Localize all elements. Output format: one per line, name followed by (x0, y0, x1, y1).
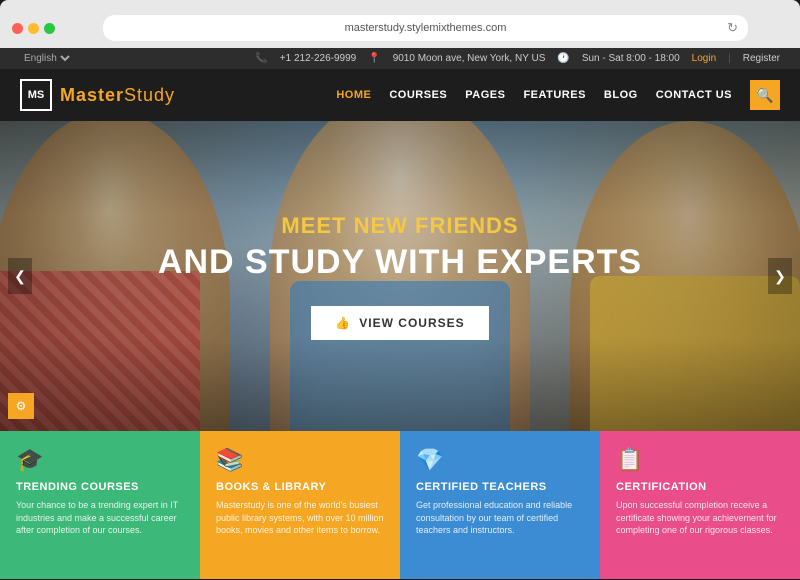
feature-certification: 📋 CERTIFICATION Upon successful completi… (600, 431, 800, 579)
gear-icon: ⚙ (16, 399, 27, 413)
certification-title: CERTIFICATION (616, 481, 784, 493)
library-icon: 📚 (216, 447, 384, 473)
brand-name: MasterStudy (60, 85, 175, 106)
logo-box: MS (20, 79, 52, 111)
website: English 📞 +1 212-226-9999 📍 9010 Moon av… (0, 48, 800, 580)
library-desc: Masterstudy is one of the world's busies… (216, 499, 384, 537)
nav-courses[interactable]: COURSES (389, 89, 447, 101)
hero-title: AND STUDY WITH EXPERTS (158, 243, 642, 282)
nav-home[interactable]: HOME (336, 89, 371, 101)
hours-text: Sun - Sat 8:00 - 18:00 (582, 53, 680, 64)
utility-left: English (20, 52, 73, 65)
language-select[interactable]: English (20, 52, 73, 65)
certification-icon: 📋 (616, 447, 784, 473)
feature-teachers: 💎 CERTIFIED TEACHERS Get professional ed… (400, 431, 600, 579)
nav-features[interactable]: FEATURES (523, 89, 585, 101)
hero-subtitle: MEET NEW FRIENDS (281, 213, 518, 239)
feature-library: 📚 BOOKS & LIBRARY Masterstudy is one of … (200, 431, 400, 579)
url-text: masterstudy.stylemixthemes.com (345, 22, 507, 34)
hero-prev-button[interactable]: ❮ (8, 258, 32, 294)
cta-icon: 👍 (335, 316, 351, 330)
main-nav: HOME COURSES PAGES FEATURES BLOG CONTACT… (336, 80, 780, 110)
teachers-icon: 💎 (416, 447, 584, 473)
gear-button[interactable]: ⚙ (8, 393, 34, 419)
next-icon: ❯ (774, 268, 786, 285)
phone-number: +1 212-226-9999 (280, 53, 356, 64)
brand-part1: Master (60, 85, 124, 105)
utility-bar: English 📞 +1 212-226-9999 📍 9010 Moon av… (0, 48, 800, 69)
prev-icon: ❮ (14, 268, 26, 285)
separator: | (728, 53, 731, 64)
teachers-desc: Get professional education and reliable … (416, 499, 584, 537)
nav-pages[interactable]: PAGES (465, 89, 505, 101)
address-bar[interactable]: masterstudy.stylemixthemes.com ↻ (103, 15, 748, 41)
logo: MS MasterStudy (20, 79, 175, 111)
maximize-dot[interactable] (44, 23, 55, 34)
features-section: 🎓 TRENDING COURSES Your chance to be a t… (0, 431, 800, 579)
certification-desc: Upon successful completion receive a cer… (616, 499, 784, 537)
header: MS MasterStudy HOME COURSES PAGES FEATUR… (0, 69, 800, 121)
login-link[interactable]: Login (692, 53, 716, 64)
phone-icon: 📞 (255, 53, 267, 64)
cta-button[interactable]: 👍 VIEW COURSES (311, 306, 488, 340)
browser-chrome: masterstudy.stylemixthemes.com ↻ (0, 0, 800, 48)
close-dot[interactable] (12, 23, 23, 34)
nav-blog[interactable]: BLOG (604, 89, 638, 101)
trending-title: TRENDING COURSES (16, 481, 184, 493)
trending-desc: Your chance to be a trending expert in I… (16, 499, 184, 537)
hero-next-button[interactable]: ❯ (768, 258, 792, 294)
hero-section: MEET NEW FRIENDS AND STUDY WITH EXPERTS … (0, 121, 800, 431)
refresh-icon[interactable]: ↻ (727, 20, 738, 36)
hero-content: MEET NEW FRIENDS AND STUDY WITH EXPERTS … (0, 121, 800, 431)
cta-label: VIEW COURSES (359, 316, 464, 330)
utility-right: 📞 +1 212-226-9999 📍 9010 Moon ave, New Y… (255, 53, 780, 64)
teachers-title: CERTIFIED TEACHERS (416, 481, 584, 493)
register-link[interactable]: Register (743, 53, 780, 64)
address-text: 9010 Moon ave, New York, NY US (393, 53, 546, 64)
brand-part2: Study (124, 85, 175, 105)
search-button[interactable]: 🔍 (750, 80, 780, 110)
library-title: BOOKS & LIBRARY (216, 481, 384, 493)
nav-contact[interactable]: CONTACT US (656, 89, 732, 101)
minimize-dot[interactable] (28, 23, 39, 34)
location-icon: 📍 (368, 53, 380, 64)
clock-icon: 🕐 (557, 53, 569, 64)
browser-dots (12, 23, 55, 34)
feature-trending: 🎓 TRENDING COURSES Your chance to be a t… (0, 431, 200, 579)
trending-icon: 🎓 (16, 447, 184, 473)
